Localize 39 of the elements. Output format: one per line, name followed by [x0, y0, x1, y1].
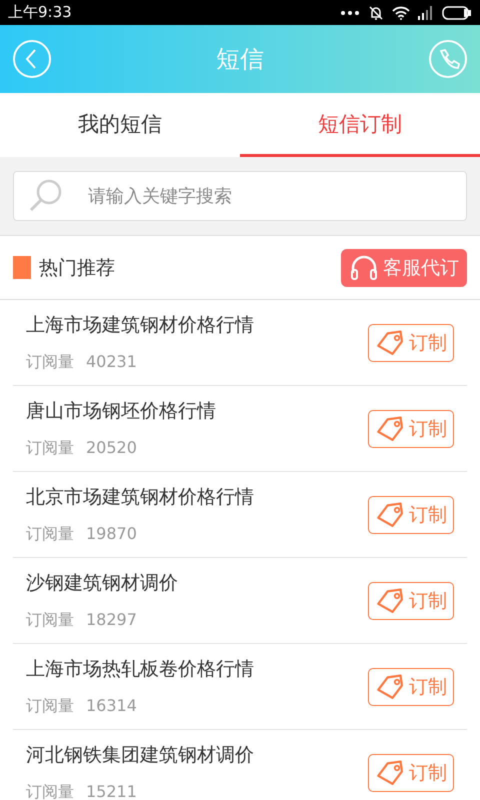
subscription-label: 订阅量 — [26, 524, 74, 545]
section-title: 热门推荐 — [39, 256, 115, 280]
subscription-count: 40231 — [86, 352, 137, 373]
tab[interactable]: 我的短信 — [0, 93, 240, 157]
subscription-count: 19870 — [86, 524, 137, 545]
item-title: 北京市场建筑钢材价格行情 — [26, 485, 254, 510]
phone-icon[interactable] — [428, 39, 468, 79]
page-title: 短信 — [216, 44, 264, 75]
signal-icon — [418, 6, 434, 20]
customer-service-button[interactable]: 客服代订 — [341, 248, 467, 286]
clock-time: 上午9:33 — [8, 3, 72, 22]
subscribe-button[interactable]: 订制 — [368, 582, 454, 620]
subscribe-button[interactable]: 订制 — [368, 496, 454, 534]
item-title: 上海市场建筑钢材价格行情 — [26, 313, 254, 338]
item-title: 上海市场热轧板卷价格行情 — [26, 657, 254, 682]
subscription-count: 15211 — [86, 782, 137, 800]
mute-bell-icon — [368, 4, 384, 20]
subscription-count: 18297 — [86, 610, 137, 631]
wifi-icon — [392, 6, 410, 20]
item-title: 唐山市场钢坯价格行情 — [26, 399, 216, 424]
search-icon — [28, 178, 64, 214]
subscription-label: 订阅量 — [26, 696, 74, 717]
subscription-label: 订阅量 — [26, 782, 74, 800]
item-title: 河北钢铁集团建筑钢材调价 — [26, 743, 254, 768]
more-dots-icon — [340, 10, 360, 16]
item-title: 沙钢建筑钢材调价 — [26, 571, 178, 596]
subscription-count: 20520 — [86, 438, 137, 459]
subscribe-button[interactable]: 订制 — [368, 324, 454, 362]
subscription-label: 订阅量 — [26, 438, 74, 459]
battery-icon — [442, 6, 472, 20]
subscribe-button[interactable]: 订制 — [368, 410, 454, 448]
section-marker — [13, 256, 31, 279]
subscription-count: 16314 — [86, 696, 137, 717]
back-icon[interactable] — [12, 39, 52, 79]
subscribe-button[interactable]: 订制 — [368, 668, 454, 706]
subscribe-button[interactable]: 订制 — [368, 754, 454, 792]
search-field[interactable]: 请输入关键字搜索 — [13, 171, 467, 221]
subscription-label: 订阅量 — [26, 352, 74, 373]
subscription-label: 订阅量 — [26, 610, 74, 631]
